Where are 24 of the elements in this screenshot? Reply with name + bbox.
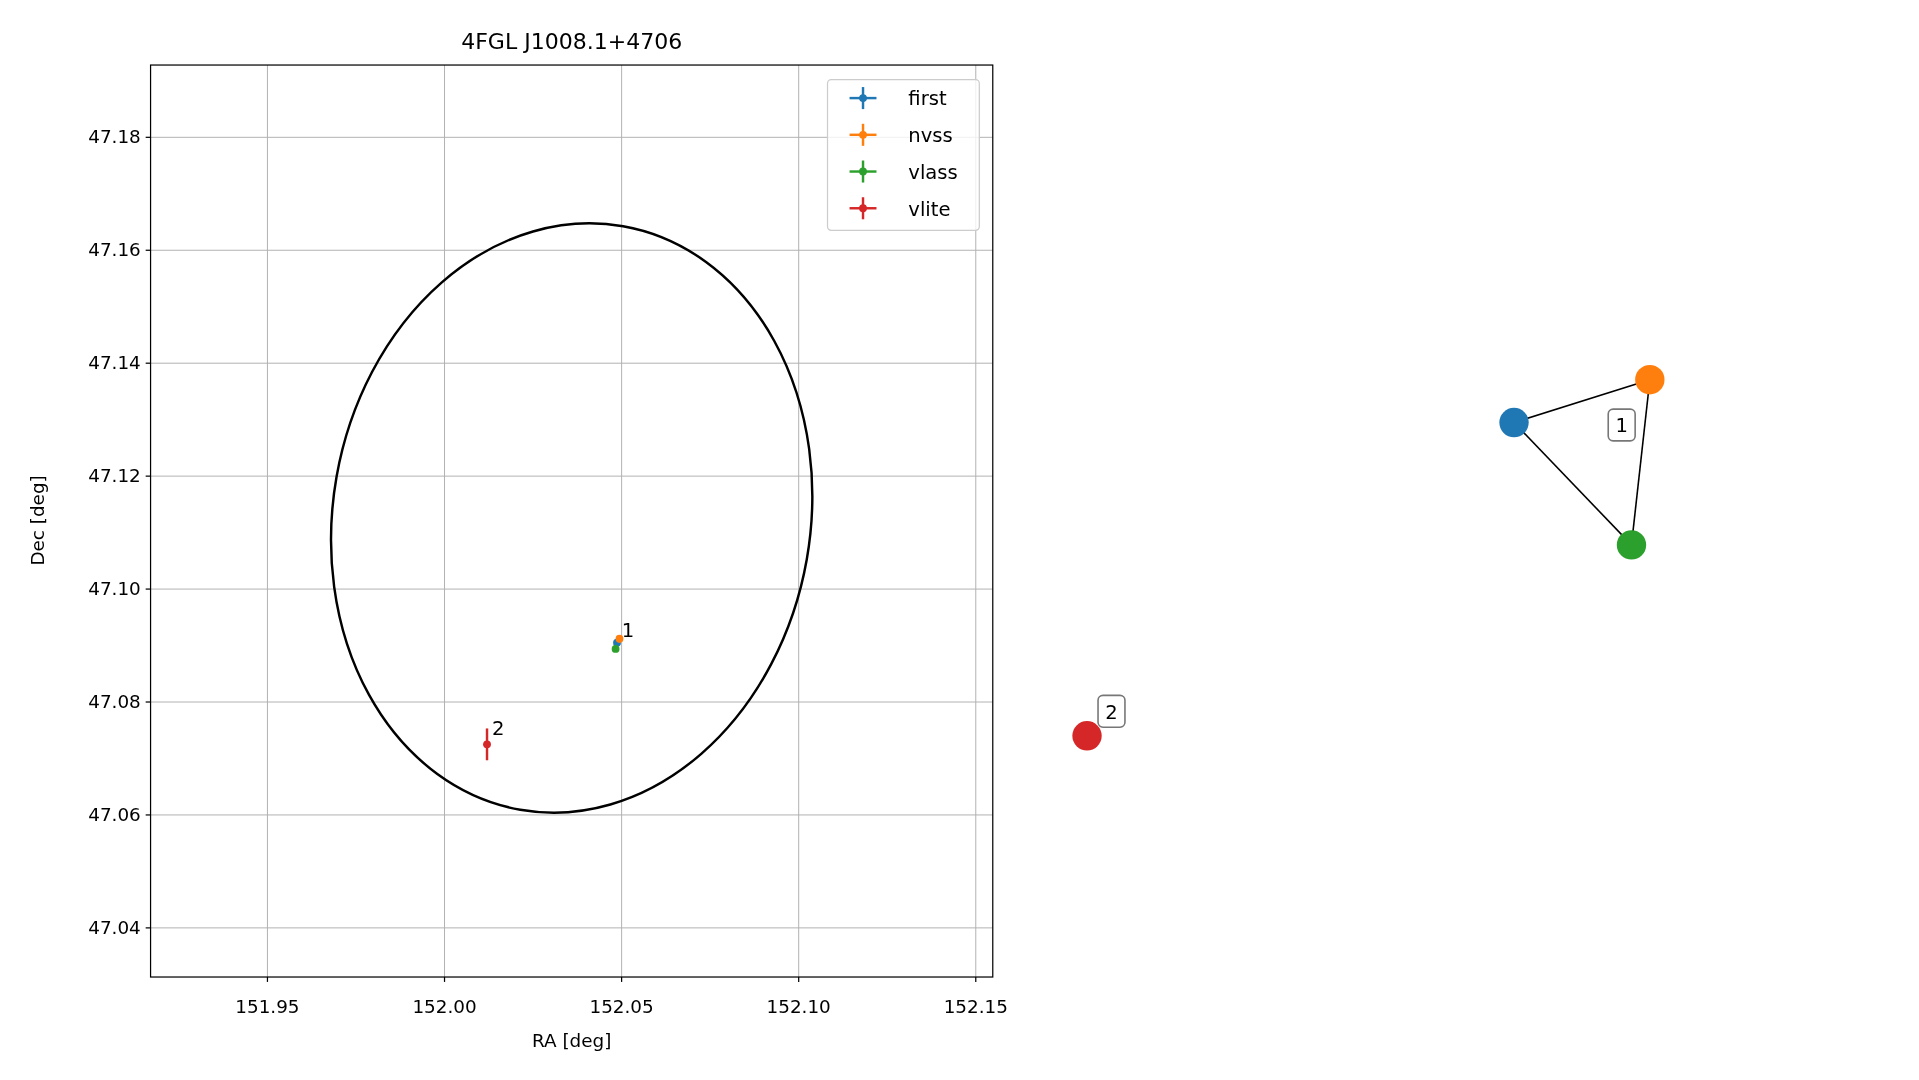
y-tick-label: 47.14 [88,352,141,374]
cluster-label: 2 [1097,694,1126,728]
point-annotation: 1 [621,618,635,642]
y-tick-label: 47.04 [88,917,141,938]
y-tick-label: 47.06 [88,804,141,826]
y-axis-label: Dec [deg] [27,475,49,566]
x-axis-label: RA [deg] [532,1029,612,1051]
y-tick-label: 47.10 [88,578,141,600]
x-tick-label: 152.00 [412,995,477,1017]
y-tick-label: 47.08 [88,691,141,713]
x-tick-label: 151.95 [235,995,300,1017]
y-tick-label: 47.18 [88,126,141,148]
y-tick-label: 47.16 [88,239,141,261]
chart-title: 4FGL J1008.1+4706 [461,29,683,55]
legend-label: vlass [908,160,958,184]
point-annotation: 2 [492,716,505,740]
cluster-label: 1 [1607,408,1636,442]
y-tick-label: 47.12 [88,465,141,487]
x-tick-label: 152.15 [943,995,1008,1017]
x-tick-label: 152.05 [589,995,654,1017]
x-tick-label: 152.10 [766,995,831,1017]
legend-label: first [908,87,947,111]
legend-label: nvss [908,124,953,148]
legend-label: vlite [908,197,951,221]
